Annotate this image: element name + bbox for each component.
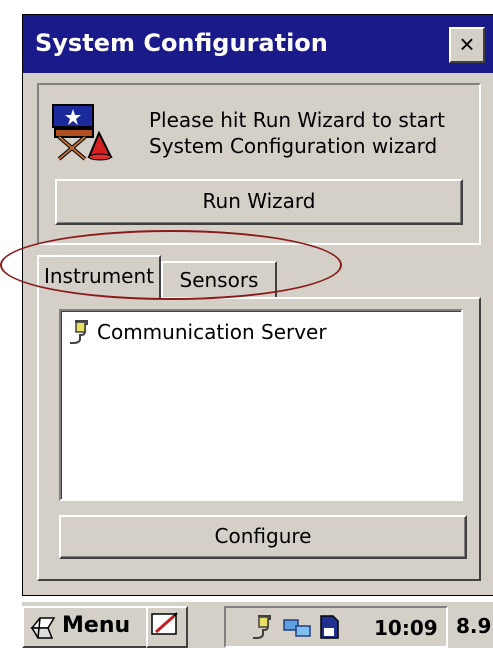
clock[interactable]: 10:09 [374, 616, 438, 640]
start-menu-icon [30, 617, 56, 639]
system-configuration-window: System Configuration × Please hit Run Wi… [22, 14, 493, 596]
wizard-group: Please hit Run Wizard to start System Co… [37, 83, 481, 245]
cable-plug-icon [70, 320, 88, 344]
wizard-message: Please hit Run Wizard to start System Co… [149, 107, 445, 159]
network-icon[interactable] [282, 614, 312, 640]
window-title: System Configuration [35, 29, 328, 57]
system-tray: 10:09 [224, 606, 448, 648]
wizard-message-line2: System Configuration wizard [149, 134, 438, 158]
configure-button[interactable]: Configure [59, 515, 467, 559]
director-chair-icon [52, 104, 113, 161]
task-button[interactable] [146, 606, 188, 648]
pen-note-icon [151, 612, 178, 635]
start-menu-button[interactable]: Menu [22, 606, 148, 648]
instrument-tab-panel: Communication Server Configure [37, 297, 481, 581]
sd-card-icon[interactable] [318, 614, 340, 640]
close-button[interactable]: × [449, 27, 485, 63]
list-item[interactable]: Communication Server [67, 319, 327, 345]
run-wizard-button[interactable]: Run Wizard [55, 179, 463, 225]
connection-icon[interactable] [250, 614, 276, 640]
start-menu-label: Menu [62, 613, 131, 638]
list-item-label: Communication Server [97, 320, 327, 344]
title-bar: System Configuration × [23, 15, 493, 73]
taskbar-extra-text: 8.9 [456, 614, 492, 638]
tab-sensors[interactable]: Sensors [161, 261, 277, 299]
tab-instrument[interactable]: Instrument [37, 255, 161, 299]
taskbar: Menu 10:09 8.9 [22, 600, 493, 648]
wizard-message-line1: Please hit Run Wizard to start [149, 108, 445, 132]
instrument-list[interactable]: Communication Server [59, 309, 463, 501]
